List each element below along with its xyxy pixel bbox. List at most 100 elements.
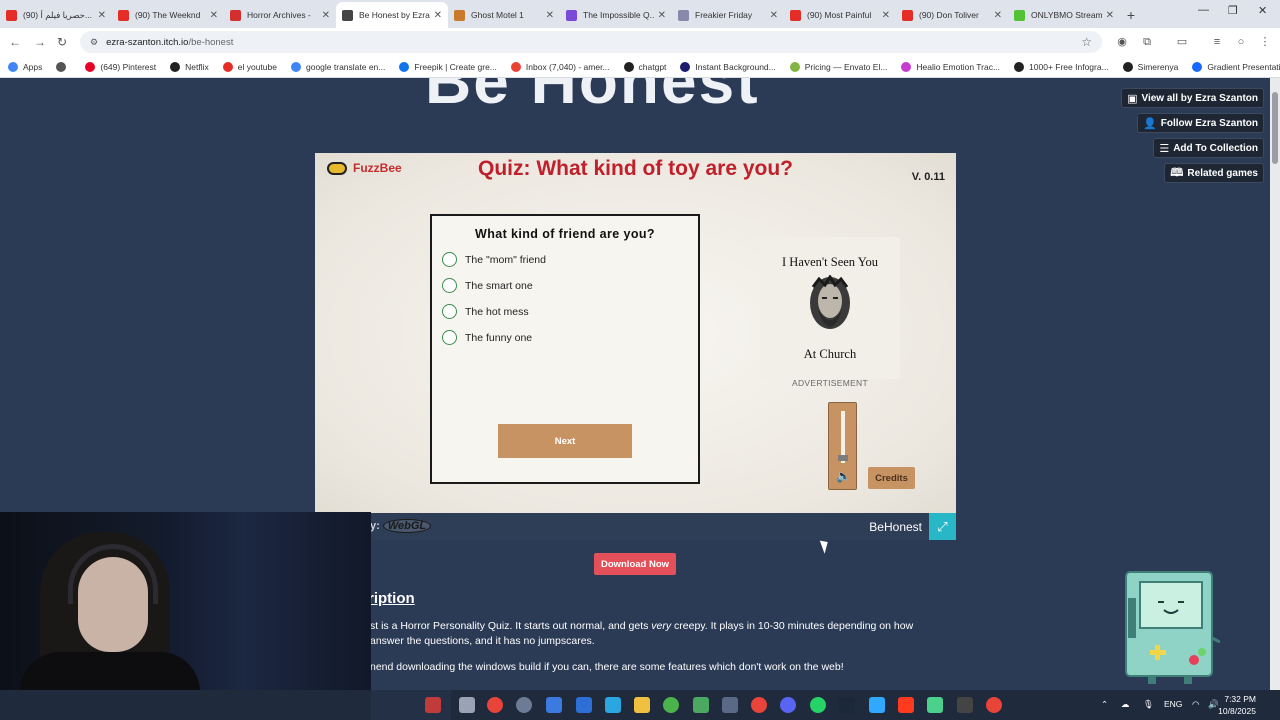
answer-option[interactable]: The smart one [442, 278, 533, 293]
bookmark-item[interactable]: el youtube [222, 61, 277, 72]
browser-tab[interactable]: Ghost Motel 1 ✕ [448, 2, 560, 28]
fullscreen-icon[interactable]: ⤢ [929, 513, 956, 540]
bookmark-item[interactable]: google translate en... [290, 61, 385, 72]
chrome-icon[interactable] [487, 697, 503, 713]
app-icon-diamond[interactable] [693, 697, 709, 713]
forward-icon[interactable]: → [28, 35, 52, 49]
tab-close-icon[interactable]: ✕ [546, 10, 554, 21]
bookmark-item[interactable]: Pricing — Envato El... [789, 61, 887, 72]
system-clock[interactable]: 7:32 PM 10/8/2025 [1218, 693, 1256, 717]
chrome-icon[interactable] [751, 697, 767, 713]
browser-tab[interactable]: The Impossible Q... ✕ [560, 2, 672, 28]
side-button[interactable]: 🕮 Related games [1164, 163, 1264, 183]
extensions-icon[interactable]: ⧉ [1140, 35, 1154, 49]
settings-icon[interactable] [516, 697, 532, 713]
tab-close-icon[interactable]: ✕ [658, 10, 666, 21]
new-tab-button[interactable]: + [1120, 2, 1142, 28]
tab-close-icon[interactable]: ✕ [322, 10, 330, 21]
bookmark-item[interactable]: Gradient Presentati... [1192, 61, 1280, 72]
tab-close-icon[interactable]: ✕ [1106, 10, 1114, 21]
tab-close-icon[interactable]: ✕ [994, 10, 1002, 21]
browser-tab[interactable]: ONLYBMO Stream ✕ [1008, 2, 1120, 28]
steam-icon[interactable] [839, 697, 855, 713]
side-button[interactable]: ▣ View all by Ezra Szanton [1121, 88, 1264, 108]
browser-tab[interactable]: (90) حصريا فيلم أ... ✕ [0, 2, 112, 28]
credits-button[interactable]: Credits [868, 467, 915, 489]
tab-close-icon[interactable]: ✕ [434, 10, 442, 21]
tab-close-icon[interactable]: ✕ [98, 10, 106, 21]
close-window-icon[interactable]: ✕ [1258, 4, 1267, 17]
volume-knob[interactable] [838, 454, 848, 461]
illustrator-icon[interactable] [898, 697, 914, 713]
site-info-icon[interactable]: ⚙ [90, 37, 98, 48]
bookmark-star-icon[interactable]: ☆ [1081, 35, 1092, 49]
maximize-icon[interactable]: ❐ [1228, 4, 1238, 17]
mic-icon[interactable]: 🎙 [1143, 699, 1154, 710]
download-now-button[interactable]: Download Now [594, 553, 676, 575]
radio-button[interactable] [442, 252, 457, 267]
whatsapp-icon[interactable] [810, 697, 826, 713]
browser-tab[interactable]: Horror Archives - ✕ [224, 2, 336, 28]
taskbar-app-icon[interactable] [425, 697, 441, 713]
calculator-icon[interactable] [722, 697, 738, 713]
speaker-icon[interactable]: 🔈 [836, 469, 851, 483]
bookmark-item[interactable]: Inbox (7,040) - amer... [510, 61, 610, 72]
store-icon[interactable] [576, 697, 592, 713]
radio-button[interactable] [442, 278, 457, 293]
language-indicator[interactable]: ENG [1164, 699, 1182, 709]
menu-kebab-icon[interactable]: ⋮ [1258, 35, 1272, 49]
radio-button[interactable] [442, 304, 457, 319]
bookmark-item[interactable]: Netflix [170, 61, 209, 72]
advertisement-card[interactable]: I Haven't Seen You At Church [760, 237, 900, 379]
tab-close-icon[interactable]: ✕ [882, 10, 890, 21]
next-button[interactable]: Next [498, 424, 632, 458]
game-frame[interactable]: Quiz: What kind of toy are you? FuzzBee … [315, 153, 956, 513]
answer-option[interactable]: The funny one [442, 330, 532, 345]
bookmark-item[interactable] [56, 61, 71, 72]
cloud-icon[interactable]: ☁ [1121, 699, 1130, 710]
app-icon-green[interactable] [663, 697, 679, 713]
bookmark-item[interactable]: Simerenya [1122, 61, 1178, 72]
minimize-icon[interactable]: — [1198, 4, 1209, 16]
side-panel-icon[interactable]: ▭ [1175, 35, 1189, 49]
answer-option[interactable]: The "mom" friend [442, 252, 546, 267]
browser-tab[interactable]: Be Honest by Ezra ✕ [336, 2, 448, 28]
bookmark-item[interactable]: 1000+ Free Infogra... [1014, 61, 1109, 72]
back-icon[interactable]: ← [3, 35, 27, 49]
capcut-icon[interactable] [957, 697, 973, 713]
security-icon[interactable] [546, 697, 562, 713]
cast-icon[interactable]: ≡ [1210, 35, 1224, 49]
tray-overflow-icon[interactable]: ⌃ [1101, 699, 1108, 710]
volume-slider[interactable]: 🔈 [828, 402, 857, 490]
scrollbar-thumb[interactable] [1272, 92, 1278, 164]
reload-icon[interactable]: ↻ [50, 35, 74, 49]
profile-avatar[interactable]: ○ [1234, 35, 1248, 49]
side-button[interactable]: 👤 Follow Ezra Szanton [1137, 113, 1264, 133]
browser-tab[interactable]: Freakier Friday ✕ [672, 2, 784, 28]
page-scrollbar[interactable] [1270, 78, 1280, 690]
chrome-icon[interactable] [986, 697, 1002, 713]
discord-icon[interactable] [780, 697, 796, 713]
bookmark-item[interactable]: chatgpt [623, 61, 666, 72]
bookmark-item[interactable]: (649) Pinterest [85, 61, 156, 72]
tab-close-icon[interactable]: ✕ [210, 10, 218, 21]
browser-tab[interactable]: (90) Don Toliver ✕ [896, 2, 1008, 28]
side-button[interactable]: ☰ Add To Collection [1153, 138, 1264, 158]
task-view-icon[interactable] [459, 697, 475, 713]
browser-tab[interactable]: (90) Most Painful ✕ [784, 2, 896, 28]
file-explorer-icon[interactable] [634, 697, 650, 713]
radio-button[interactable] [442, 330, 457, 345]
photoshop-icon[interactable] [869, 697, 885, 713]
bookmark-item[interactable]: Apps [8, 61, 42, 72]
address-bar[interactable]: ⚙ ezra-szanton.itch.io/be-honest ☆ [80, 31, 1102, 53]
bookmark-item[interactable]: Instant Background... [680, 61, 776, 72]
photos-icon[interactable] [605, 697, 621, 713]
grammarly-extension-icon[interactable]: ◉ [1115, 35, 1129, 49]
browser-tab[interactable]: (90) The Weeknd ✕ [112, 2, 224, 28]
answer-option[interactable]: The hot mess [442, 304, 529, 319]
wifi-icon[interactable]: ◠ [1192, 699, 1199, 710]
volume-icon[interactable]: 🔊 [1208, 699, 1219, 710]
bookmark-item[interactable]: Freepik | Create gre... [399, 61, 497, 72]
bookmark-item[interactable]: Healio Emotion Trac... [901, 61, 1000, 72]
tab-close-icon[interactable]: ✕ [770, 10, 778, 21]
